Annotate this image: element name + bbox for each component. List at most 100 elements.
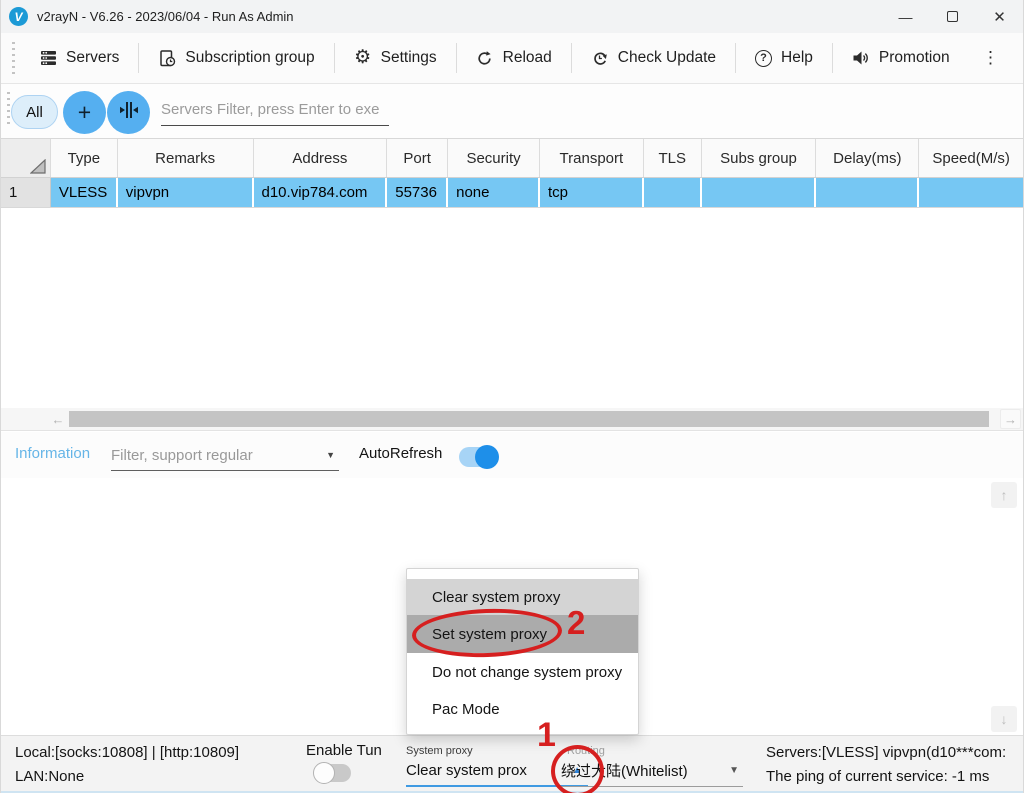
cell-speed[interactable] [919,178,1023,207]
column-filter-icon [119,101,139,124]
main-toolbar: Servers Subscription group ⚙ Settings Re… [1,33,1023,84]
arrow-down-icon: ↓ [1001,711,1008,727]
add-server-button[interactable]: + [63,91,106,134]
server-table: Type Remarks Address Port Security Trans… [1,138,1023,408]
servers-menu-button[interactable]: Servers [20,38,138,78]
column-header-transport[interactable]: Transport [540,139,644,177]
column-header-remarks[interactable]: Remarks [118,139,254,177]
cell-tls[interactable] [644,178,702,207]
cell-security[interactable]: none [448,178,540,207]
cell-subs-group[interactable] [702,178,817,207]
annotation-number-2: 2 [567,604,585,642]
settings-gear-icon: ⚙ [354,49,372,67]
column-filter-button[interactable] [107,91,150,134]
more-menu-button[interactable]: ⋮ [972,44,1009,72]
help-icon: ? [755,50,772,67]
cell-port[interactable]: 55736 [387,178,448,207]
current-server-status: Servers:[VLESS] vipvpn(d10***com: [766,744,1006,761]
enable-tun-toggle[interactable] [315,764,351,782]
row-number-cell[interactable]: 1 [1,178,51,207]
menu-item-do-not-change-system-proxy[interactable]: Do not change system proxy [407,653,638,691]
promotion-speaker-icon [852,49,870,67]
column-header-speed[interactable]: Speed(M/s) [919,139,1023,177]
promotion-button[interactable]: Promotion [833,38,969,78]
help-button[interactable]: ? Help [736,38,832,78]
table-header-row: Type Remarks Address Port Security Trans… [1,139,1023,178]
check-update-label: Check Update [618,49,716,67]
column-header-subs-group[interactable]: Subs group [702,139,817,177]
ping-status: The ping of current service: -1 ms [766,768,989,785]
subscription-group-icon [158,49,176,67]
title-bar[interactable]: V v2rayN - V6.26 - 2023/06/04 - Run As A… [1,0,1023,33]
scrollbar-thumb[interactable] [69,411,989,427]
table-row[interactable]: 1 VLESS vipvpn d10.vip784.com 55736 none… [1,178,1023,208]
column-header-tls[interactable]: TLS [644,139,702,177]
plus-icon: + [78,99,91,126]
cell-transport[interactable]: tcp [540,178,644,207]
reload-icon [476,49,494,67]
server-filter-placeholder: Servers Filter, press Enter to exe [161,96,389,124]
scroll-right-arrow-icon: → [1004,412,1017,427]
servers-icon [39,49,57,67]
check-update-button[interactable]: Check Update [572,38,735,78]
column-header-type[interactable]: Type [51,139,118,177]
local-ports-status: Local:[socks:10808] | [http:10809] [15,744,239,761]
status-bar: Local:[socks:10808] | [http:10809] LAN:N… [1,735,1023,793]
subscription-all-tab[interactable]: All [11,95,58,129]
horizontal-scrollbar[interactable]: ← → [1,408,1023,430]
maximize-icon [947,11,958,22]
app-logo-letter: V [14,10,22,24]
lan-status: LAN:None [15,768,84,785]
cell-address[interactable]: d10.vip784.com [254,178,388,207]
cell-delay[interactable] [816,178,919,207]
autorefresh-label: AutoRefresh [359,445,442,462]
information-label: Information [15,445,90,462]
server-filter-input[interactable]: Servers Filter, press Enter to exe [161,96,389,126]
scroll-to-bottom-button[interactable]: ↓ [991,706,1017,732]
close-button[interactable]: ✕ [976,0,1023,33]
menu-item-pac-mode[interactable]: Pac Mode [407,691,638,727]
servers-menu-label: Servers [66,49,119,67]
column-header-address[interactable]: Address [254,139,388,177]
annotation-number-1: 1 [537,716,556,755]
chevron-down-icon: ▼ [326,450,335,460]
reload-button[interactable]: Reload [457,38,571,78]
maximize-button[interactable] [929,0,976,33]
subscription-group-label: Subscription group [185,49,314,67]
toggle-knob [475,445,499,469]
reload-label: Reload [503,49,552,67]
column-header-port[interactable]: Port [387,139,448,177]
section-divider [1,430,1023,431]
message-filter-combobox[interactable]: Filter, support regular ▼ [111,440,339,471]
column-header-security[interactable]: Security [448,139,540,177]
subscription-group-button[interactable]: Subscription group [139,38,333,78]
select-all-triangle-icon [30,159,46,174]
chevron-down-icon: ▼ [729,765,739,776]
cell-type[interactable]: VLESS [51,178,118,207]
information-bar: Information Filter, support regular ▼ Au… [1,432,1023,478]
window-controls: — ✕ [882,0,1023,33]
enable-tun-label: Enable Tun [306,742,382,759]
column-header-delay[interactable]: Delay(ms) [816,139,919,177]
toolbar-grip[interactable] [12,42,15,74]
arrow-up-icon: ↑ [1001,487,1008,503]
server-filter-bar: All + Servers Filter, press Enter to exe [1,84,1023,138]
minimize-button[interactable]: — [882,0,929,33]
filterbar-grip[interactable] [7,92,10,124]
scroll-left-arrow-icon[interactable]: ← [49,408,67,430]
all-tab-label: All [26,104,43,121]
help-label: Help [781,49,813,67]
select-all-corner[interactable] [1,139,51,177]
app-logo-icon: V [9,7,28,26]
scroll-to-top-button[interactable]: ↑ [991,482,1017,508]
autorefresh-toggle[interactable] [459,447,497,467]
settings-button[interactable]: ⚙ Settings [335,38,456,78]
cell-remarks[interactable]: vipvpn [118,178,254,207]
v2rayn-window: V v2rayN - V6.26 - 2023/06/04 - Run As A… [0,0,1024,793]
system-proxy-select-value: Clear system prox [406,762,572,779]
menu-item-clear-system-proxy[interactable]: Clear system proxy [407,579,638,615]
check-update-icon [591,49,609,67]
toggle-knob [313,762,335,784]
promotion-label: Promotion [879,49,950,67]
scroll-right-button[interactable]: → [1000,409,1021,429]
